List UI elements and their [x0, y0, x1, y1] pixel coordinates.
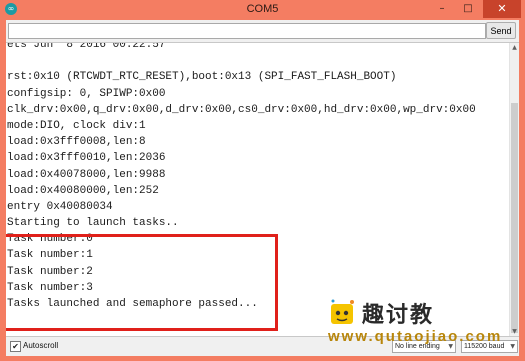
output-line: entry 0x40080034 — [7, 200, 113, 213]
autoscroll-checkbox[interactable]: ✔ — [10, 341, 21, 352]
site-watermark: 趣讨教 www.qutaojiao.com — [328, 296, 513, 356]
output-line: load:0x40080000,len:252 — [7, 184, 159, 197]
output-line: ets Jun 8 2016 00:22:57 — [7, 42, 166, 51]
task-output-highlight — [6, 234, 278, 331]
output-line: rst:0x10 (RTCWDT_RTC_RESET),boot:0x13 (S… — [7, 71, 397, 84]
output-line: mode:DIO, clock div:1 — [7, 119, 146, 132]
output-line: load:0x3fff0010,len:2036 — [7, 152, 166, 165]
mascot-logo-icon — [331, 299, 354, 324]
output-line: Starting to launch tasks.. — [7, 217, 179, 230]
output-line: load:0x40078000,len:9988 — [7, 168, 166, 181]
output-line: clk_drv:0x00,q_drv:0x00,d_drv:0x00,cs0_d… — [7, 103, 476, 116]
minimize-button[interactable]: – — [430, 1, 454, 17]
watermark-chinese-text: 趣讨教 — [362, 303, 435, 328]
maximize-button[interactable]: □ — [456, 1, 480, 17]
watermark-url: www.qutaojiao.com — [328, 328, 503, 345]
vertical-scrollbar[interactable]: ▲ ▼ — [509, 43, 519, 336]
serial-output[interactable]: ets Jun 8 2016 00:22:57 rst:0x10 (RTCWDT_… — [6, 42, 519, 337]
send-input[interactable] — [8, 23, 486, 39]
send-button[interactable]: Send — [486, 22, 516, 39]
title-bar: ∞ COM5 – □ ✕ — [0, 0, 525, 20]
autoscroll-label: Autoscroll — [23, 341, 59, 350]
send-bar: Send — [6, 20, 519, 42]
close-button[interactable]: ✕ — [483, 0, 521, 18]
output-line: configsip: 0, SPIWP:0x00 — [7, 87, 166, 100]
scroll-up-arrow-icon[interactable]: ▲ — [510, 43, 519, 52]
output-line: load:0x3fff0008,len:8 — [7, 136, 146, 149]
